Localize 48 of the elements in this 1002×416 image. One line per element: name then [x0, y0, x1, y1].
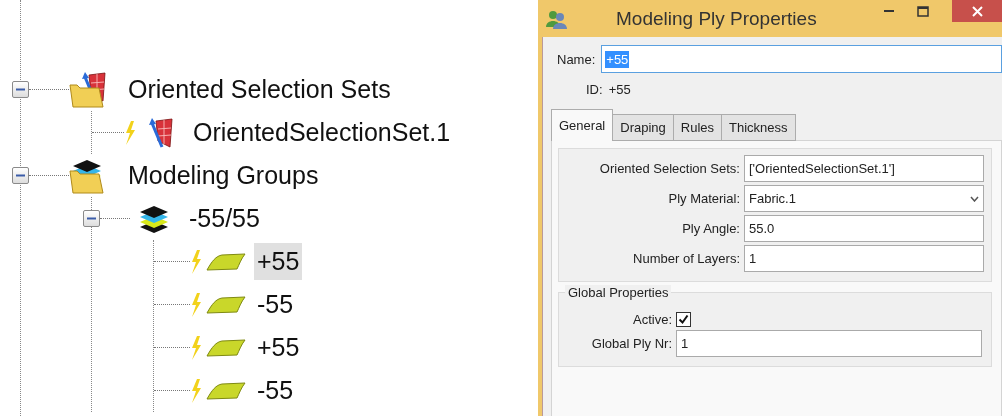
minimize-icon [884, 9, 894, 13]
collapse-button[interactable] [83, 210, 100, 227]
field-label: Oriented Selection Sets: [598, 161, 740, 176]
ply-icon [206, 295, 246, 314]
lightning-icon [124, 120, 136, 145]
folder-icon [69, 70, 109, 109]
lightning-icon [190, 335, 202, 360]
dropdown[interactable]: Fabric.1 [744, 185, 984, 212]
tree-item[interactable]: -55 [254, 286, 297, 323]
field-label: Active: [632, 312, 672, 327]
close-icon [971, 5, 983, 17]
tree-item[interactable]: -55 [254, 372, 297, 409]
tab[interactable]: Draping [612, 114, 674, 141]
users-icon [546, 8, 568, 29]
tree-item[interactable]: OrientedSelectionSet.1 [190, 114, 454, 151]
tab[interactable]: Thickness [721, 114, 796, 141]
id-value: +55 [608, 82, 631, 97]
name-label: Name: [557, 51, 596, 67]
text-field[interactable]: 1 [744, 245, 984, 272]
tree-item[interactable]: +55 [254, 243, 303, 280]
field-label: Ply Angle: [681, 221, 740, 236]
text-field[interactable]: 1 [676, 330, 982, 357]
chevron-down-icon [970, 195, 979, 202]
close-button[interactable] [952, 0, 1002, 22]
group-title: Global Properties [565, 285, 672, 300]
id-label: ID: [586, 82, 603, 97]
tree-item[interactable]: +55 [254, 329, 303, 366]
tree-item[interactable]: -55/55 [186, 200, 263, 237]
tree-item[interactable]: Oriented Selection Sets [125, 71, 394, 108]
ply-icon [206, 381, 246, 400]
maximize-icon [917, 5, 929, 17]
lightning-icon [190, 292, 202, 317]
field-label: Number of Layers: [632, 251, 740, 266]
ply-icon [206, 252, 246, 271]
checkbox[interactable] [676, 312, 691, 327]
field-label: Ply Material: [667, 191, 740, 206]
collapse-button[interactable] [12, 167, 29, 184]
field-label: Global Ply Nr: [590, 336, 672, 351]
text-field[interactable]: 55.0 [744, 215, 984, 242]
tab[interactable]: General [551, 109, 614, 141]
tab[interactable]: Rules [672, 114, 723, 141]
collapse-button[interactable] [12, 81, 29, 98]
ply-icon [206, 338, 246, 357]
lightning-icon [190, 378, 202, 403]
lightning-icon [190, 249, 202, 274]
window-title: Modeling Ply Properties [616, 7, 818, 30]
text-field[interactable]: ['OrientedSelectionSet.1'] [744, 155, 984, 182]
tree-item[interactable]: Modeling Groups [125, 157, 322, 194]
